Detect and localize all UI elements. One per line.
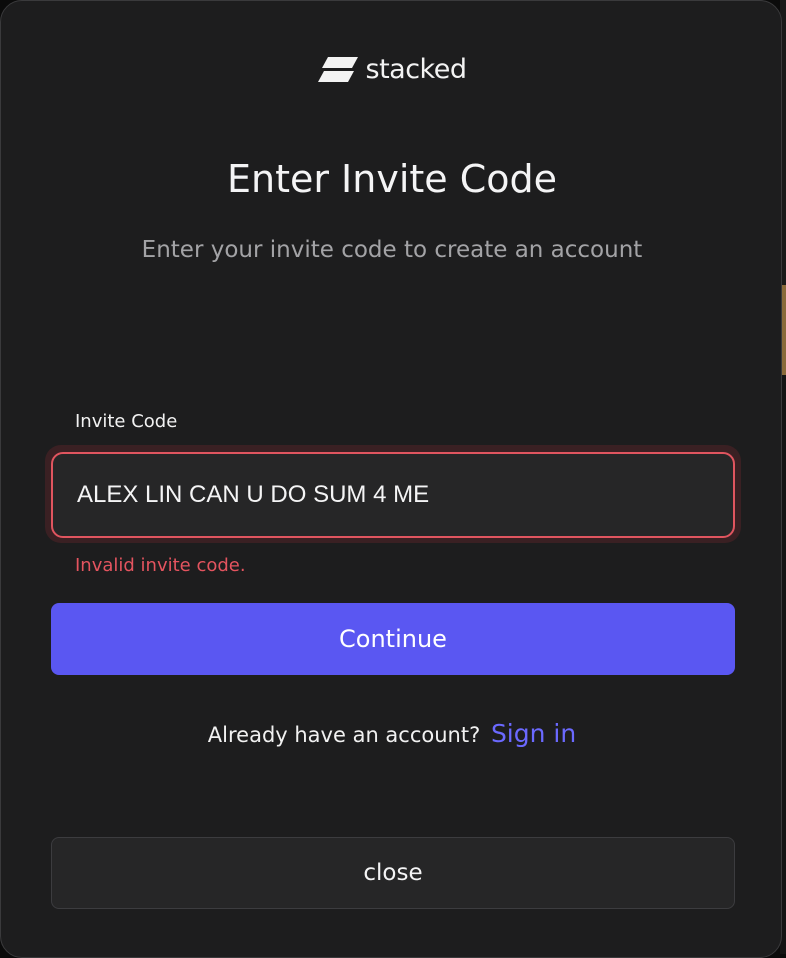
brand-logo: stacked	[1, 53, 783, 87]
signin-link[interactable]: Sign in	[491, 719, 576, 748]
invite-code-input[interactable]	[51, 452, 735, 538]
signin-row: Already have an account? Sign in	[1, 717, 783, 752]
close-button[interactable]: close	[51, 837, 735, 909]
dialog-subtitle: Enter your invite code to create an acco…	[141, 237, 643, 263]
error-message: Invalid invite code.	[75, 555, 246, 576]
stacked-logo-icon	[317, 57, 358, 82]
invite-code-label: Invite Code	[75, 411, 178, 432]
invite-code-dialog: stacked Enter Invite Code Enter your inv…	[0, 0, 782, 958]
dialog-title: Enter Invite Code	[226, 157, 558, 201]
brand-name: stacked	[365, 54, 467, 85]
signin-prompt: Already have an account?	[207, 723, 481, 747]
continue-button[interactable]: Continue	[51, 603, 735, 675]
